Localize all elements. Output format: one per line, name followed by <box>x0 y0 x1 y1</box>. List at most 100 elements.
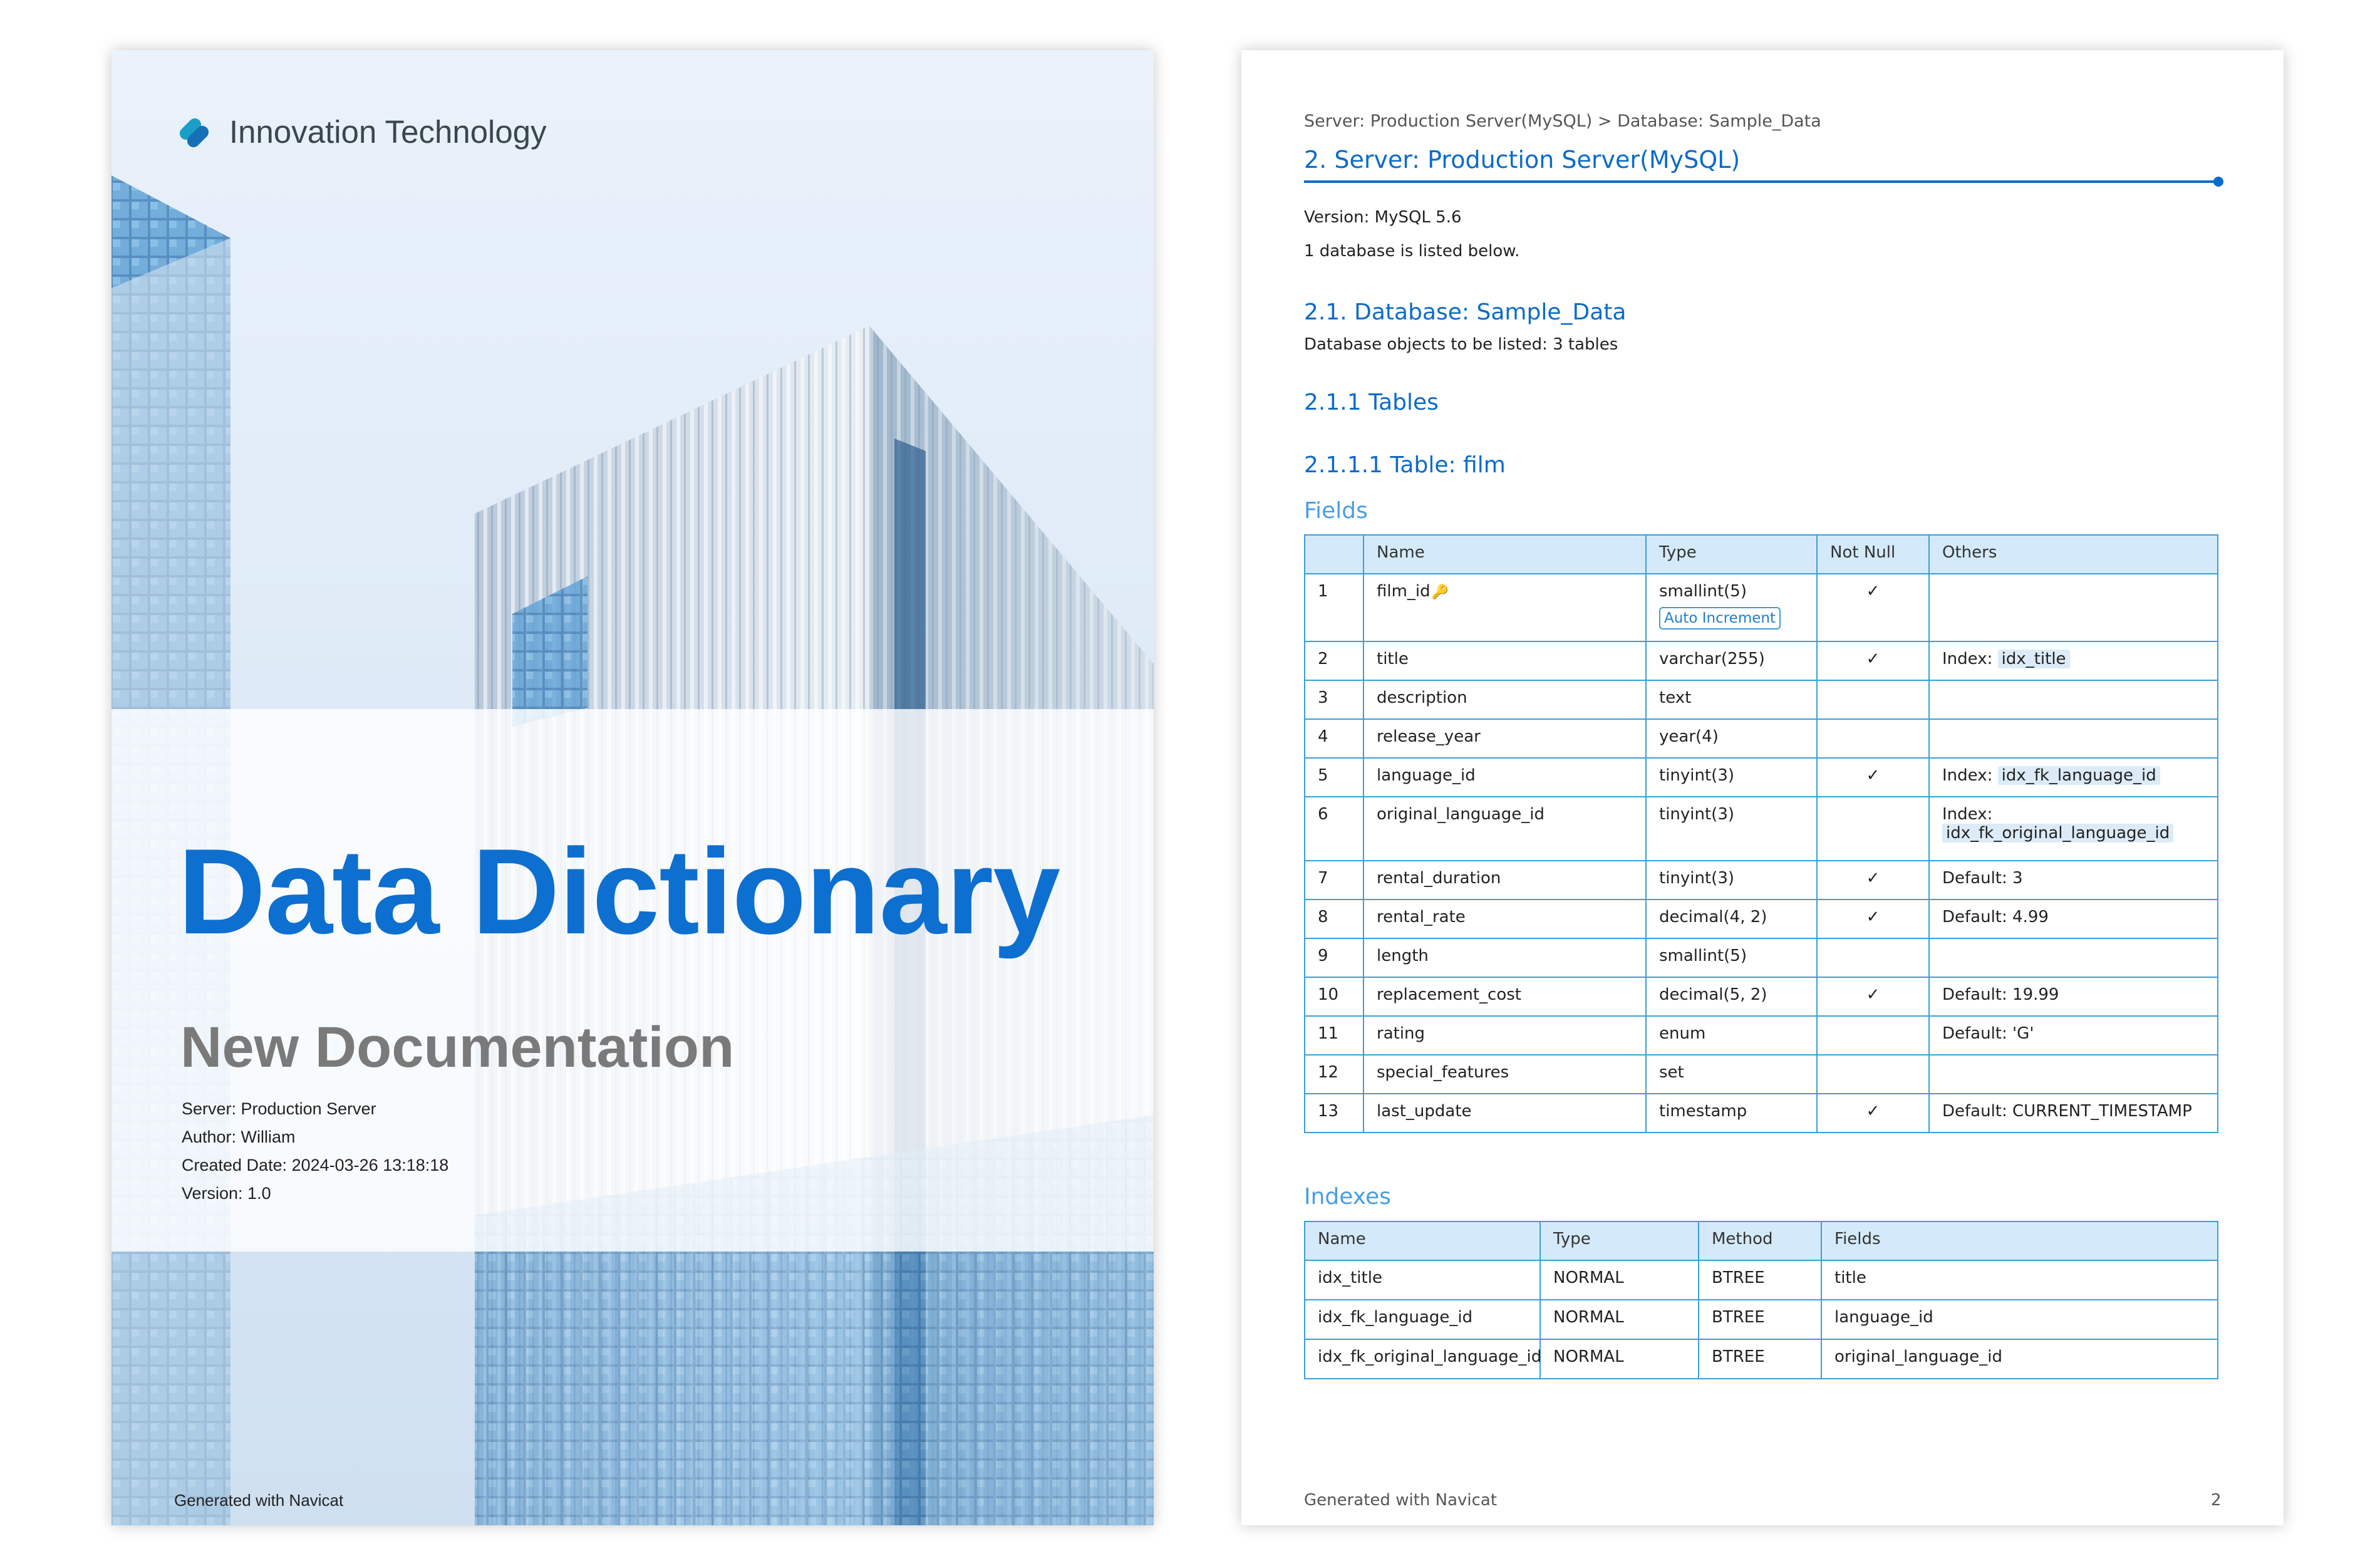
field-type-cell: smallint(5) Auto Increment <box>1645 573 1818 642</box>
breadcrumb: Server: Production Server(MySQL) > Datab… <box>1304 111 1821 131</box>
table-row: idx_fk_original_language_id NORMAL BTREE… <box>1304 1339 2218 1379</box>
table-row: 7 rental_duration tinyint(3) ✓ Default: … <box>1304 860 2218 900</box>
table-row: 4 release_year year(4) <box>1304 718 2218 759</box>
row-number: 8 <box>1304 899 1364 939</box>
column-header: Name <box>1304 1221 1541 1261</box>
not-null-mark <box>1816 796 1930 861</box>
cover-title: Data Dictionary <box>178 824 1060 960</box>
indexes-table: Name Type Method Fields idx_title NORMAL… <box>1304 1221 2218 1379</box>
field-name: film_id <box>1377 582 1431 601</box>
field-type: text <box>1645 680 1818 720</box>
row-number: 3 <box>1304 680 1364 720</box>
field-name: language_id <box>1363 757 1647 797</box>
field-others: Default: 4.99 <box>1928 899 2218 939</box>
table-row: 1 film_id🔑 smallint(5) Auto Increment ✓ <box>1304 573 2218 642</box>
meta-server: Server: Production Server <box>182 1099 376 1118</box>
field-others <box>1928 938 2218 978</box>
not-null-mark <box>1816 938 1930 978</box>
table-row: 10 replacement_cost decimal(5, 2) ✓ Defa… <box>1304 977 2218 1017</box>
column-header: Others <box>1928 534 2218 574</box>
field-type: smallint(5) <box>1659 582 1747 601</box>
table-row: 11 rating enum Default: 'G' <box>1304 1015 2218 1055</box>
field-type: smallint(5) <box>1645 938 1818 978</box>
row-number: 1 <box>1304 573 1364 642</box>
innovation-logo-icon <box>179 118 209 148</box>
indexes-heading: Indexes <box>1304 1184 1391 1210</box>
field-others: Index: idx_title <box>1928 641 2218 681</box>
field-type: year(4) <box>1645 718 1818 759</box>
field-others: Default: 19.99 <box>1928 977 2218 1017</box>
row-number: 6 <box>1304 796 1364 861</box>
field-others <box>1928 718 2218 759</box>
column-header <box>1304 534 1364 574</box>
table-row: 5 language_id tinyint(3) ✓ Index: idx_fk… <box>1304 757 2218 797</box>
fields-header-row: Name Type Not Null Others <box>1304 534 2218 574</box>
index-type: NORMAL <box>1539 1339 1699 1379</box>
column-header: Method <box>1698 1221 1822 1261</box>
index-name: idx_fk_original_language_id <box>1304 1339 1541 1379</box>
not-null-mark: ✓ <box>1816 977 1930 1017</box>
others-label: Index: <box>1942 766 1993 785</box>
field-type: tinyint(3) <box>1645 796 1818 861</box>
field-name: length <box>1363 938 1647 978</box>
database-objects-text: Database objects to be listed: 3 tables <box>1304 335 1618 354</box>
field-others: Index: idx_fk_language_id <box>1928 757 2218 797</box>
field-others: Default: 'G' <box>1928 1015 2218 1055</box>
not-null-mark <box>1816 1054 1930 1094</box>
row-number: 9 <box>1304 938 1364 978</box>
not-null-mark <box>1816 1015 1930 1055</box>
row-number: 2 <box>1304 641 1364 681</box>
field-others: Index: idx_fk_original_language_id <box>1928 796 2218 861</box>
field-others <box>1928 573 2218 642</box>
cover-page: Innovation Technology Data Dictionary Ne… <box>111 50 1154 1525</box>
not-null-mark: ✓ <box>1816 573 1930 642</box>
cover-subtitle: New Documentation <box>180 1015 735 1079</box>
not-null-mark: ✓ <box>1816 757 1930 797</box>
field-name: rental_rate <box>1363 899 1647 939</box>
not-null-mark: ✓ <box>1816 899 1930 939</box>
index-type: NORMAL <box>1539 1260 1699 1300</box>
field-name: rental_duration <box>1363 860 1647 900</box>
fields-table: Name Type Not Null Others 1 film_id🔑 sma… <box>1304 534 2218 1133</box>
field-name: special_features <box>1363 1054 1647 1094</box>
table-row: 13 last_update timestamp ✓ Default: CURR… <box>1304 1093 2218 1133</box>
field-type: tinyint(3) <box>1645 757 1818 797</box>
key-icon: 🔑 <box>1431 584 1449 600</box>
not-null-mark: ✓ <box>1816 641 1930 681</box>
index-type: NORMAL <box>1539 1299 1699 1340</box>
column-header: Name <box>1363 534 1647 574</box>
database-heading: 2.1. Database: Sample_Data <box>1304 299 1627 325</box>
field-name-cell: film_id🔑 <box>1363 573 1647 642</box>
index-name: idx_title <box>1304 1260 1541 1300</box>
field-type: tinyint(3) <box>1645 860 1818 900</box>
heading-rule <box>1304 180 2217 183</box>
table-row: idx_title NORMAL BTREE title <box>1304 1260 2218 1300</box>
table-row: 9 length smallint(5) <box>1304 938 2218 978</box>
column-header: Type <box>1539 1221 1699 1261</box>
field-name: replacement_cost <box>1363 977 1647 1017</box>
field-type: decimal(5, 2) <box>1645 977 1818 1017</box>
field-name: description <box>1363 680 1647 720</box>
field-type: decimal(4, 2) <box>1645 899 1818 939</box>
page-footer: Generated with Navicat <box>1304 1491 1498 1510</box>
index-chip: idx_title <box>1997 650 2070 668</box>
auto-increment-badge: Auto Increment <box>1659 607 1781 630</box>
table-row: idx_fk_language_id NORMAL BTREE language… <box>1304 1299 2218 1340</box>
cover-logo: Innovation Technology <box>174 111 547 152</box>
field-others: Default: CURRENT_TIMESTAMP <box>1928 1093 2218 1133</box>
not-null-mark: ✓ <box>1816 1093 1930 1133</box>
row-number: 13 <box>1304 1093 1364 1133</box>
others-label: Index: <box>1942 805 1993 824</box>
index-fields: language_id <box>1821 1299 2218 1340</box>
not-null-mark <box>1816 680 1930 720</box>
table-film-heading: 2.1.1.1 Table: film <box>1304 452 1506 478</box>
others-label: Index: <box>1942 650 1993 668</box>
content-page: Server: Production Server(MySQL) > Datab… <box>1241 50 2284 1525</box>
logo-text: Innovation Technology <box>229 113 547 150</box>
field-others <box>1928 680 2218 720</box>
meta-created-date: Created Date: 2024-03-26 13:18:18 <box>182 1156 449 1174</box>
field-type: enum <box>1645 1015 1818 1055</box>
table-row: 2 title varchar(255) ✓ Index: idx_title <box>1304 641 2218 681</box>
field-name: release_year <box>1363 718 1647 759</box>
version-text: Version: MySQL 5.6 <box>1304 208 1462 227</box>
